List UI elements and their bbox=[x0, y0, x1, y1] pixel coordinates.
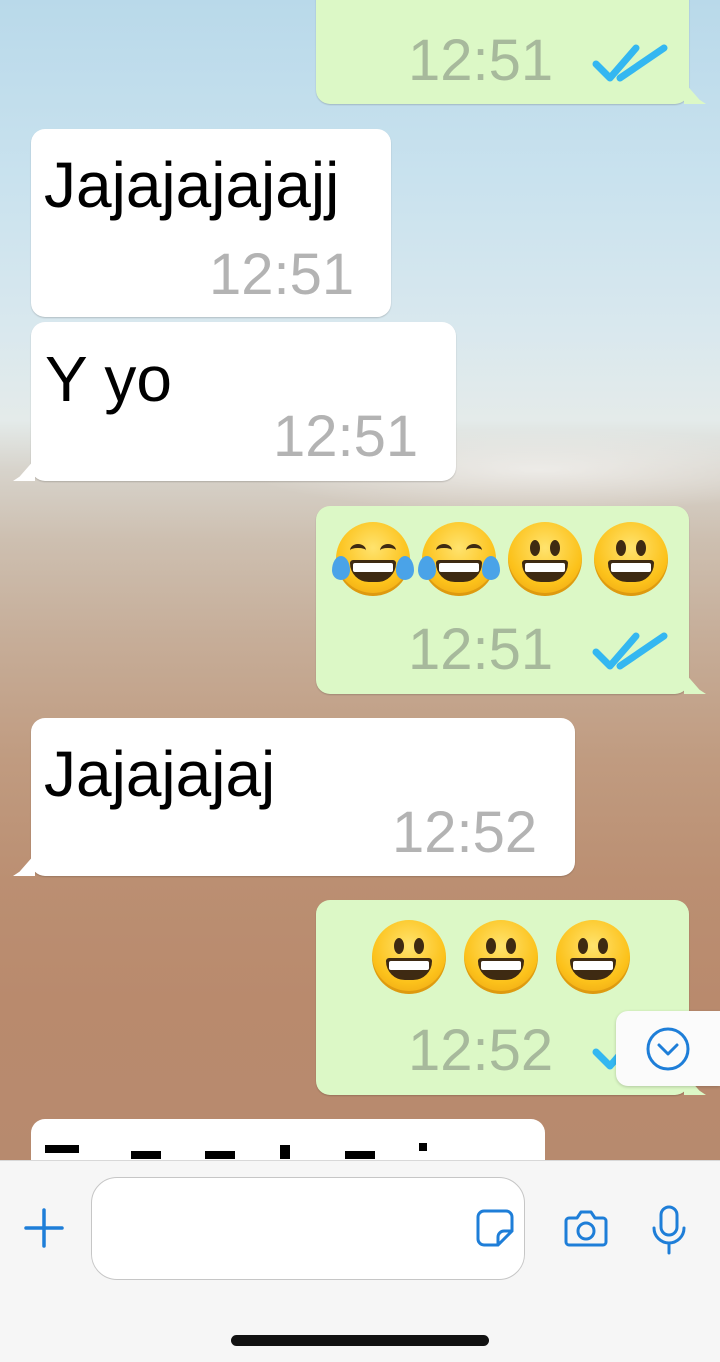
message-bubble-outgoing[interactable]: 12:51 bbox=[316, 506, 689, 694]
microphone-icon bbox=[652, 1205, 686, 1255]
message-bubble-incoming[interactable]: Jajajajaj 12:52 bbox=[31, 718, 575, 876]
home-indicator[interactable] bbox=[231, 1335, 489, 1346]
scroll-to-bottom-button[interactable] bbox=[616, 1011, 720, 1086]
message-text: Jajajajajajj bbox=[44, 149, 340, 221]
message-time: 12:51 bbox=[273, 404, 419, 469]
message-bubble-incoming[interactable]: Jajajajajajj 12:51 bbox=[31, 129, 391, 317]
message-time: 12:52 bbox=[408, 1018, 554, 1083]
sticker-icon bbox=[476, 1209, 514, 1247]
voice-message-button[interactable] bbox=[650, 1204, 688, 1256]
message-input[interactable] bbox=[91, 1177, 525, 1280]
message-text: Jajajajaj bbox=[44, 738, 276, 810]
message-time: 12:51 bbox=[408, 28, 554, 93]
grinning-face-icon bbox=[508, 522, 582, 596]
message-text-partial bbox=[45, 1143, 427, 1159]
plus-icon bbox=[24, 1208, 64, 1248]
message-text: Y yo bbox=[45, 343, 172, 415]
camera-icon bbox=[564, 1210, 608, 1247]
message-time: 12:51 bbox=[408, 617, 554, 682]
face-with-tears-of-joy-icon bbox=[418, 522, 500, 596]
chevron-down-circle-icon bbox=[646, 1027, 690, 1071]
message-bubble-outgoing[interactable]: 12:51 bbox=[316, 0, 689, 104]
attach-button[interactable] bbox=[22, 1206, 66, 1250]
grinning-face-icon bbox=[372, 920, 446, 994]
read-receipt-icon bbox=[592, 632, 668, 670]
grinning-face-icon bbox=[464, 920, 538, 994]
message-bubble-incoming[interactable]: Y yo 12:51 bbox=[31, 322, 456, 481]
sticker-button[interactable] bbox=[474, 1207, 516, 1249]
message-time: 12:52 bbox=[392, 800, 538, 865]
read-receipt-icon bbox=[592, 44, 668, 82]
smiling-face-with-open-mouth-icon bbox=[556, 920, 630, 994]
camera-button[interactable] bbox=[563, 1206, 609, 1250]
message-time: 12:51 bbox=[209, 242, 355, 307]
grinning-face-icon bbox=[594, 522, 668, 596]
face-with-tears-of-joy-icon bbox=[332, 522, 414, 596]
